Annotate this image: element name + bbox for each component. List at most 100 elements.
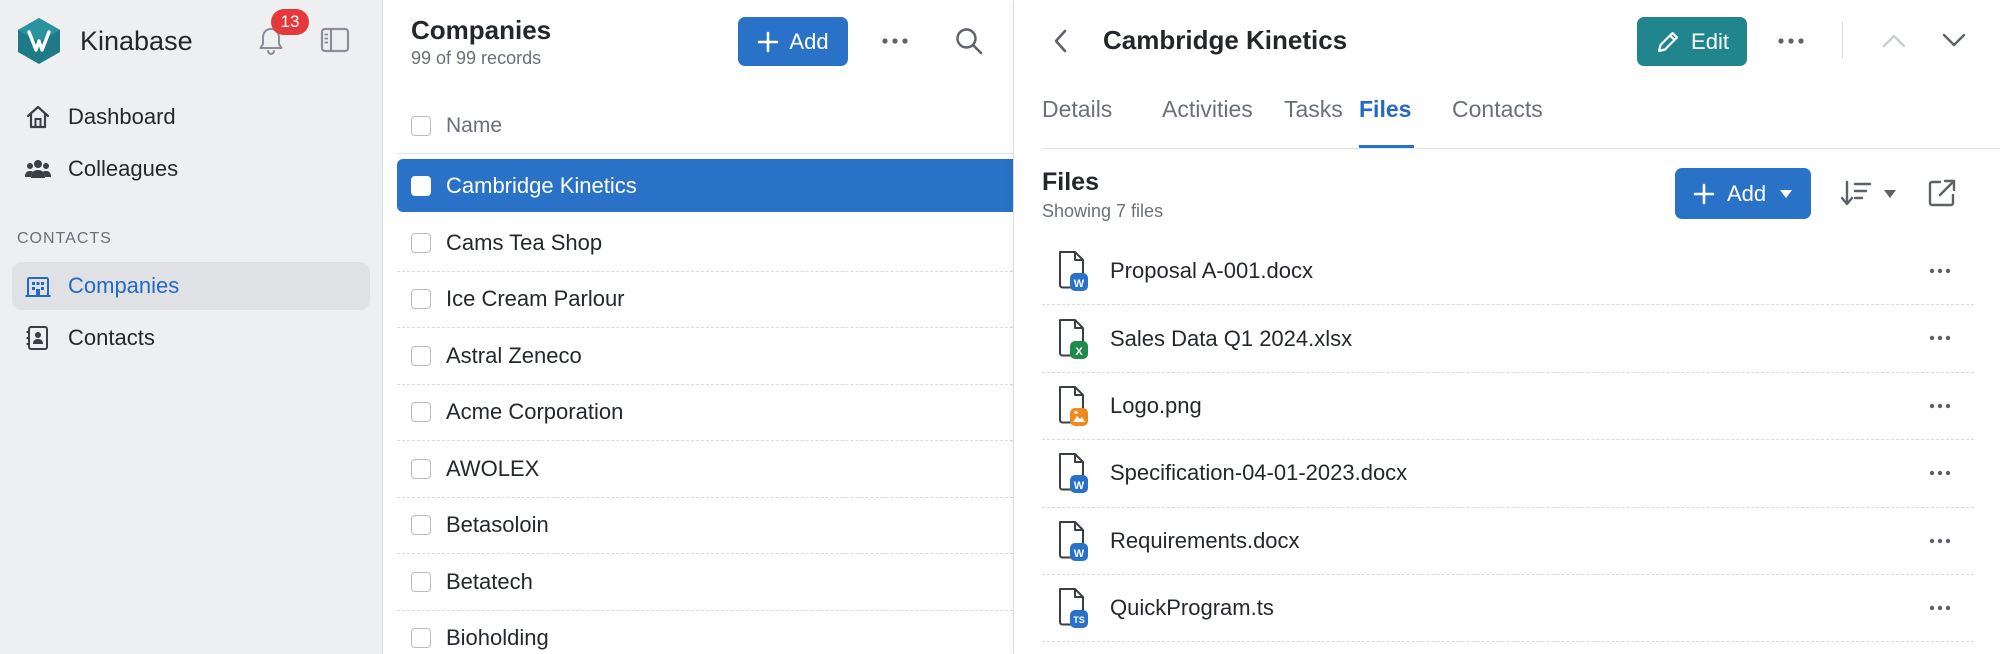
sidebar-item-companies[interactable]: Companies <box>12 262 370 310</box>
word-file-icon: W <box>1059 251 1088 292</box>
file-more-options-icon[interactable] <box>1928 537 1952 545</box>
table-row[interactable]: Cambridge Kinetics <box>397 159 1013 212</box>
row-checkbox[interactable] <box>411 232 431 253</box>
sidebar-item-label: Contacts <box>68 325 155 350</box>
row-checkbox[interactable] <box>411 628 431 649</box>
add-file-button[interactable]: Add <box>1675 168 1811 219</box>
file-more-options-icon[interactable] <box>1928 334 1952 342</box>
table-row[interactable]: Acme Corporation <box>397 385 1013 441</box>
file-more-options-icon[interactable] <box>1928 402 1952 410</box>
users-icon <box>25 160 51 178</box>
sidebar-item-colleagues[interactable]: Colleagues <box>12 145 370 193</box>
tab-tasks[interactable]: Tasks <box>1284 96 1343 123</box>
file-row[interactable]: W Requirements.docx <box>1042 508 1974 575</box>
tab-activities[interactable]: Activities <box>1162 96 1253 123</box>
plus-icon <box>758 31 779 52</box>
company-name: Betasoloin <box>446 512 549 538</box>
word-file-icon: W <box>1059 453 1088 494</box>
file-more-options-icon[interactable] <box>1928 267 1952 275</box>
edit-button-label: Edit <box>1691 28 1729 54</box>
svg-text:W: W <box>1074 548 1085 560</box>
record-title: Cambridge Kinetics <box>1103 25 1348 55</box>
company-name: Astral Zeneco <box>446 342 582 368</box>
pencil-icon <box>1657 31 1679 52</box>
select-all-checkbox[interactable] <box>411 116 431 136</box>
caret-down-icon <box>1780 189 1793 198</box>
table-row[interactable]: Ice Cream Parlour <box>397 272 1013 328</box>
svg-text:W: W <box>1074 480 1085 492</box>
notifications-count-badge: 13 <box>271 9 309 35</box>
company-detail-panel: Cambridge Kinetics Edit Details Activiti… <box>1013 0 2000 654</box>
file-row[interactable]: X Sales Data Q1 2024.xlsx <box>1042 305 1974 373</box>
active-tab-indicator <box>1359 145 1414 148</box>
row-checkbox[interactable] <box>411 289 431 310</box>
sidebar-item-label: Dashboard <box>68 104 176 129</box>
company-name: Acme Corporation <box>446 399 624 425</box>
svg-text:TS: TS <box>1073 615 1085 625</box>
edit-button[interactable]: Edit <box>1637 17 1747 66</box>
companies-table: Cambridge Kinetics Cams Tea Shop Ice Cre… <box>397 159 1013 654</box>
sidebar-toggle-icon[interactable] <box>320 27 350 53</box>
excel-file-icon: X <box>1059 318 1088 359</box>
plus-icon <box>1693 183 1715 204</box>
file-name: QuickProgram.ts <box>1110 595 1274 621</box>
company-name: AWOLEX <box>446 455 540 481</box>
table-row[interactable]: Cams Tea Shop <box>397 215 1013 272</box>
file-row[interactable]: TS QuickProgram.ts <box>1042 575 1974 643</box>
company-name: Ice Cream Parlour <box>446 286 625 312</box>
row-checkbox[interactable] <box>411 345 431 366</box>
table-row[interactable]: AWOLEX <box>397 441 1013 498</box>
row-checkbox[interactable] <box>411 458 431 479</box>
table-row[interactable]: Betatech <box>397 554 1013 611</box>
add-button-label: Add <box>789 28 829 54</box>
file-name: Proposal A-001.docx <box>1110 258 1314 284</box>
page-title: Companies <box>411 15 552 45</box>
svg-text:X: X <box>1075 346 1083 358</box>
detail-tabs: Details Activities Tasks Files Contacts <box>1042 92 2000 149</box>
search-icon[interactable] <box>954 26 984 56</box>
row-checkbox[interactable] <box>411 402 431 423</box>
tab-contacts[interactable]: Contacts <box>1452 96 1543 123</box>
sidebar-item-dashboard[interactable]: Dashboard <box>12 93 370 141</box>
header-divider <box>397 153 1013 154</box>
back-chevron-icon[interactable] <box>1050 27 1072 55</box>
add-button-label: Add <box>1727 180 1767 206</box>
building-icon <box>25 277 51 297</box>
file-row[interactable]: Logo.png <box>1042 373 1974 441</box>
brand[interactable]: Kinabase <box>16 17 193 65</box>
sort-caret-down-icon[interactable] <box>1883 189 1897 199</box>
files-section-title: Files <box>1042 168 1099 196</box>
row-checkbox[interactable] <box>411 175 431 196</box>
add-company-button[interactable]: Add <box>738 17 848 66</box>
file-more-options-icon[interactable] <box>1928 469 1952 477</box>
tab-files[interactable]: Files <box>1359 96 1411 123</box>
typescript-file-icon: TS <box>1059 588 1088 629</box>
sidebar-item-contacts[interactable]: Contacts <box>12 314 370 362</box>
tab-details[interactable]: Details <box>1042 96 1112 123</box>
next-record-icon[interactable] <box>1940 30 1968 50</box>
file-name: Requirements.docx <box>1110 527 1300 553</box>
sidebar-item-label: Colleagues <box>68 156 179 181</box>
previous-record-icon[interactable] <box>1880 30 1908 50</box>
file-row[interactable]: W Proposal A-001.docx <box>1042 238 1974 306</box>
image-file-icon <box>1059 385 1088 426</box>
files-count: Showing 7 files <box>1042 201 1164 221</box>
sort-icon[interactable] <box>1839 178 1873 208</box>
open-external-icon[interactable] <box>1926 177 1958 209</box>
column-header-name: Name <box>411 106 1013 146</box>
company-name: Cams Tea Shop <box>446 229 603 255</box>
home-icon <box>26 105 50 129</box>
row-checkbox[interactable] <box>411 571 431 592</box>
company-name: Betatech <box>446 568 533 594</box>
table-row[interactable]: Astral Zeneco <box>397 328 1013 385</box>
row-checkbox[interactable] <box>411 515 431 536</box>
file-more-options-icon[interactable] <box>1928 604 1952 612</box>
toolbar-divider <box>1842 22 1843 58</box>
more-options-icon[interactable] <box>1776 36 1806 46</box>
file-row[interactable]: W Specification-04-01-2023.docx <box>1042 440 1974 508</box>
table-row[interactable]: Bioholding <box>397 611 1013 654</box>
sidebar: Kinabase 13 Dashboard Colleagues CONTACT… <box>0 0 383 654</box>
table-row[interactable]: Betasoloin <box>397 498 1013 554</box>
more-options-icon[interactable] <box>880 36 910 46</box>
files-list: W Proposal A-001.docx X Sales Data Q1 2024.… <box>1042 238 1974 643</box>
